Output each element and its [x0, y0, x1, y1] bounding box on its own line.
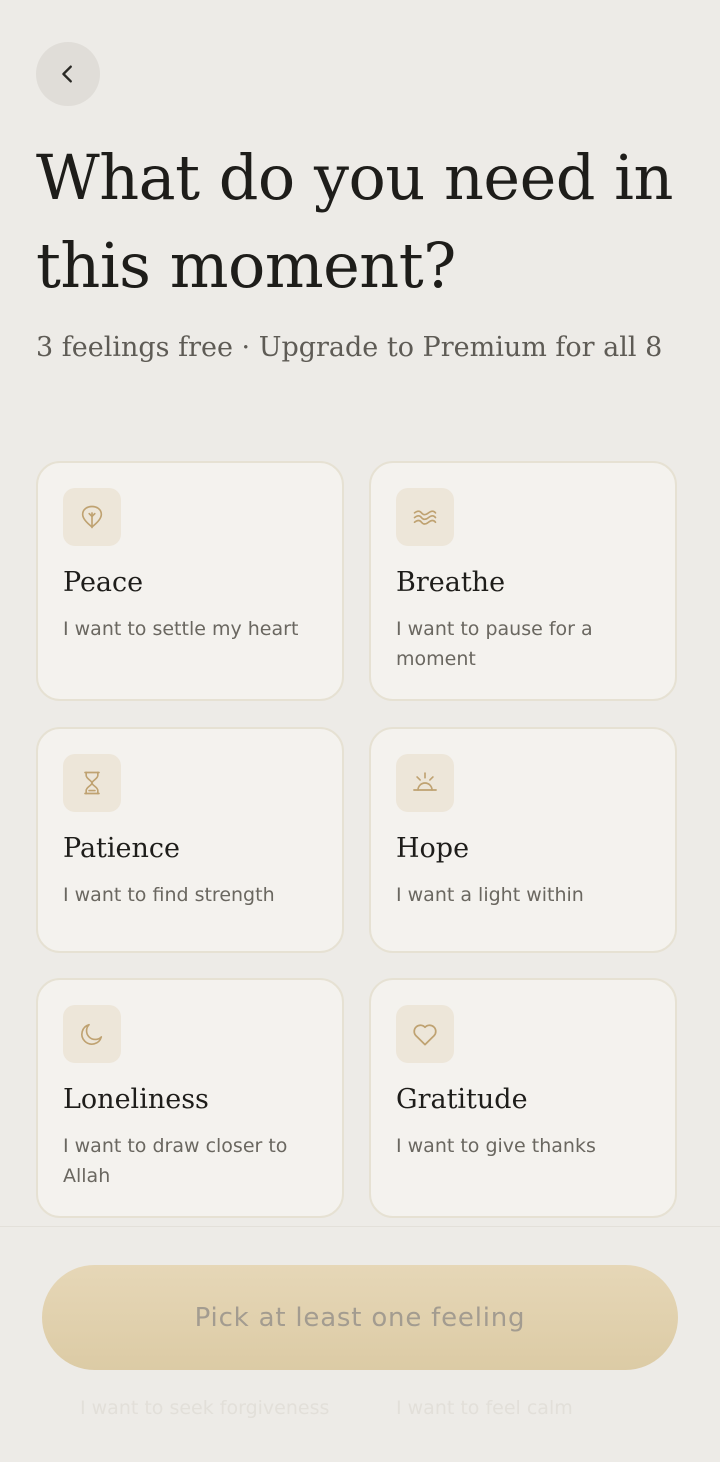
faded-card-text: I want to feel calm — [396, 1397, 573, 1419]
icon-tile — [396, 1005, 454, 1063]
hourglass-icon — [78, 769, 106, 797]
continue-button-label: Pick at least one feeling — [194, 1302, 526, 1333]
feeling-description: I want a light within — [396, 884, 584, 906]
feeling-description: I want to pause for a moment — [396, 618, 593, 670]
feeling-card-peace[interactable]: Peace I want to settle my heart — [36, 461, 344, 701]
sunrise-icon — [411, 769, 439, 797]
feeling-name: Patience — [63, 833, 181, 864]
chevron-left-icon — [57, 63, 79, 85]
feeling-description: I want to draw closer to Allah — [63, 1135, 288, 1187]
feeling-card-gratitude[interactable]: Gratitude I want to give thanks — [369, 978, 677, 1218]
heart-icon — [410, 1019, 440, 1049]
icon-tile — [63, 488, 121, 546]
feeling-card-breathe[interactable]: Breathe I want to pause for a moment — [369, 461, 677, 701]
continue-button[interactable]: Pick at least one feeling — [42, 1265, 678, 1370]
feeling-card-loneliness[interactable]: Loneliness I want to draw closer to Alla… — [36, 978, 344, 1218]
faded-card-text: I want to seek forgiveness — [80, 1397, 330, 1419]
icon-tile — [396, 754, 454, 812]
page-subtitle: 3 feelings free · Upgrade to Premium for… — [36, 332, 663, 363]
wind-waves-icon — [411, 503, 439, 531]
feeling-name: Hope — [396, 833, 470, 864]
page-title: What do you need in this moment? — [36, 141, 673, 302]
feeling-name: Peace — [63, 567, 144, 598]
feeling-description: I want to settle my heart — [63, 618, 299, 640]
feeling-description: I want to find strength — [63, 884, 275, 906]
crescent-moon-icon — [78, 1020, 106, 1048]
feeling-card-hope[interactable]: Hope I want a light within — [369, 727, 677, 953]
back-button[interactable] — [36, 42, 100, 106]
icon-tile — [396, 488, 454, 546]
feeling-name: Breathe — [396, 567, 506, 598]
icon-tile — [63, 1005, 121, 1063]
feeling-name: Loneliness — [63, 1084, 209, 1115]
icon-tile — [63, 754, 121, 812]
feeling-description: I want to give thanks — [396, 1135, 596, 1157]
leaf-icon — [78, 503, 106, 531]
feeling-card-patience[interactable]: Patience I want to find strength — [36, 727, 344, 953]
feeling-name: Gratitude — [396, 1084, 528, 1115]
